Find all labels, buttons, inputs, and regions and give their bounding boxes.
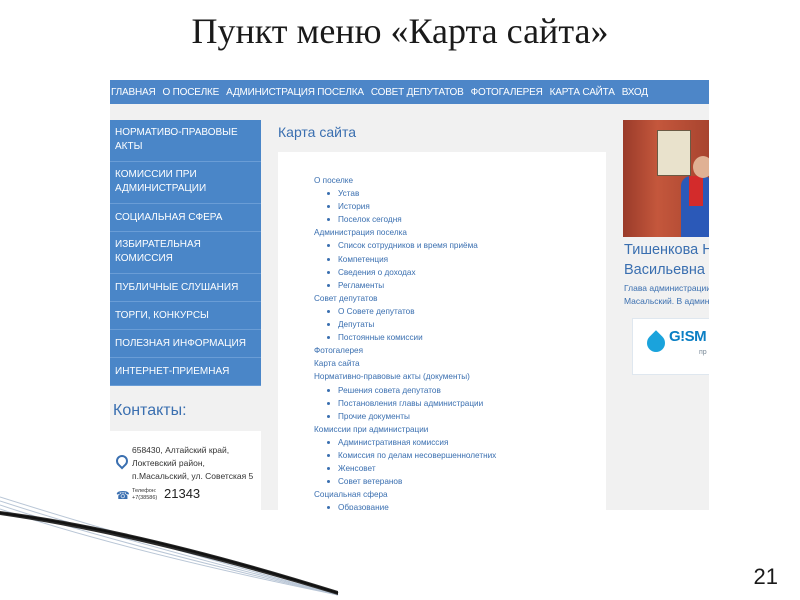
sitemap-sublink[interactable]: Образование — [314, 501, 496, 510]
sitemap-sublink[interactable]: Компетенция — [314, 253, 496, 266]
head-name-line: Тишенкова Н — [624, 242, 709, 258]
contacts-heading: Контакты: — [113, 402, 187, 419]
sitemap-sublink[interactable]: Список сотрудников и время приёма — [314, 239, 496, 252]
sitemap-sublink[interactable]: Устав — [314, 187, 496, 200]
sidebar-menu: НОРМАТИВО-ПРАВОВЫЕ АКТЫ КОМИССИИ ПРИ АДМ… — [110, 120, 261, 386]
sitemap-link[interactable]: Карта сайта — [314, 357, 496, 370]
sitemap-link[interactable]: Совет депутатов — [314, 292, 496, 305]
slide-number: 21 — [753, 564, 778, 589]
sidebar-item-tenders[interactable]: ТОРГИ, КОНКУРСЫ — [110, 302, 261, 330]
nav-item-gallery[interactable]: ФОТОГАЛЕРЕЯ — [469, 87, 548, 98]
sitemap-sublink[interactable]: Постоянные комиссии — [314, 331, 496, 344]
water-drop-icon — [643, 330, 669, 356]
sitemap-sublink[interactable]: Поселок сегодня — [314, 213, 496, 226]
sitemap-sublink[interactable]: Женсовет — [314, 462, 496, 475]
sidebar-item-hearings[interactable]: ПУБЛИЧНЫЕ СЛУШАНИЯ — [110, 274, 261, 302]
head-role-line: Глава администрации — [624, 283, 709, 293]
sitemap-link[interactable]: О поселке — [314, 174, 496, 187]
decorative-swoosh — [0, 496, 339, 596]
sidebar-item-election[interactable]: ИЗБИРАТЕЛЬНАЯ КОМИССИЯ — [110, 232, 261, 274]
sitemap-sublink[interactable]: История — [314, 200, 496, 213]
gis-banner[interactable]: G!SM пр — [632, 318, 709, 375]
address-line: Локтевский район, — [132, 458, 205, 468]
address-line: п.Масальский, ул. Советская 5 — [132, 471, 254, 481]
sitemap-sublink[interactable]: Регламенты — [314, 279, 496, 292]
nav-item-administration[interactable]: АДМИНИСТРАЦИЯ ПОСЕЛКА — [224, 87, 369, 98]
sitemap-sublink[interactable]: Депутаты — [314, 318, 496, 331]
nav-item-login[interactable]: ВХОД — [620, 87, 653, 98]
sidebar-item-social[interactable]: СОЦИАЛЬНАЯ СФЕРА — [110, 204, 261, 232]
phone-label-line: Телефон: — [132, 488, 157, 494]
head-name-line: Васильевна — [624, 262, 705, 278]
nav-item-council[interactable]: СОВЕТ ДЕПУТАТОВ — [369, 87, 469, 98]
contact-address: 658430, Алтайский край, Локтевский район… — [132, 444, 260, 483]
sidebar-item-reception[interactable]: ИНТЕРНЕТ-ПРИЕМНАЯ — [110, 358, 261, 386]
nav-item-sitemap[interactable]: КАРТА САЙТА — [548, 87, 620, 98]
sidebar-item-commissions[interactable]: КОМИССИИ ПРИ АДМИНИСТРАЦИИ — [110, 162, 261, 204]
sitemap-sublink[interactable]: Постановления главы администрации — [314, 397, 496, 410]
address-line: 658430, Алтайский край, — [132, 445, 230, 455]
head-role-line: Масальский. В админ — [624, 296, 709, 306]
head-role: Глава администрации Масальский. В админ — [624, 282, 709, 308]
sitemap-sublink[interactable]: Сведения о доходах — [314, 266, 496, 279]
website-screenshot: ГЛАВНАЯ О ПОСЕЛКЕ АДМИНИСТРАЦИЯ ПОСЕЛКА … — [110, 80, 709, 510]
sitemap-sublink[interactable]: Совет ветеранов — [314, 475, 496, 488]
sitemap-sublink[interactable]: О Совете депутатов — [314, 305, 496, 318]
head-name[interactable]: Тишенкова Н Васильевна — [624, 240, 709, 280]
sitemap-sublink[interactable]: Административная комиссия — [314, 436, 496, 449]
nav-item-about[interactable]: О ПОСЕЛКЕ — [160, 87, 224, 98]
sitemap-link[interactable]: Комиссии при администрации — [314, 423, 496, 436]
nav-item-home[interactable]: ГЛАВНАЯ — [110, 87, 160, 98]
top-navigation: ГЛАВНАЯ О ПОСЕЛКЕ АДМИНИСТРАЦИЯ ПОСЕЛКА … — [110, 80, 709, 104]
sitemap-sublink[interactable]: Решения совета депутатов — [314, 384, 496, 397]
sitemap-panel: О поселке Устав История Поселок сегодня Адми… — [278, 152, 606, 510]
sitemap-sublink[interactable]: Комиссия по делам несовершеннолетних — [314, 449, 496, 462]
sidebar-item-legal-acts[interactable]: НОРМАТИВО-ПРАВОВЫЕ АКТЫ — [110, 120, 261, 162]
gis-logo-text: G!SM — [669, 328, 707, 345]
sitemap-link[interactable]: Фотогалерея — [314, 344, 496, 357]
page-title: Карта сайта — [278, 124, 356, 140]
sitemap-link[interactable]: Социальная сфера — [314, 488, 496, 501]
sidebar-item-useful-info[interactable]: ПОЛЕЗНАЯ ИНФОРМАЦИЯ — [110, 330, 261, 358]
sitemap-sublink[interactable]: Прочие документы — [314, 410, 496, 423]
head-photo — [623, 120, 709, 237]
gis-logo-subtext: пр — [699, 349, 707, 356]
sitemap-list: О поселке Устав История Поселок сегодня Адми… — [314, 174, 496, 510]
slide-title: Пункт меню «Карта сайта» — [191, 11, 609, 51]
sitemap-link[interactable]: Нормативно-правовые акты (документы) — [314, 370, 496, 383]
map-pin-icon — [113, 452, 131, 470]
sitemap-link[interactable]: Администрация поселка — [314, 226, 496, 239]
